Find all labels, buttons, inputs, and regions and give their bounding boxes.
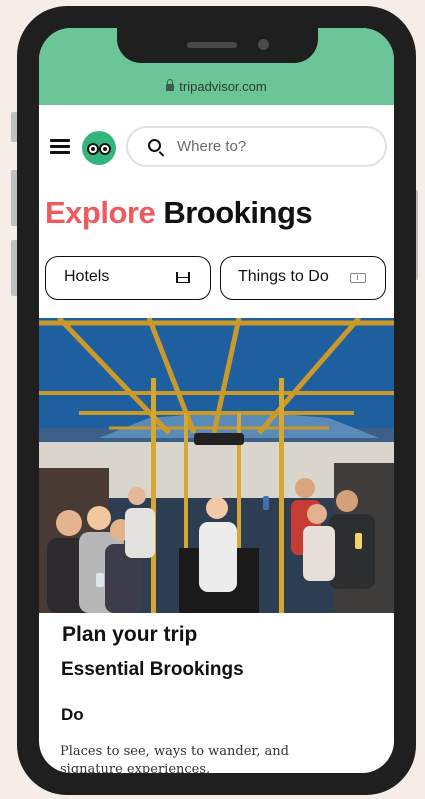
speaker-grille — [187, 42, 237, 48]
things-to-do-button[interactable]: Things to Do — [220, 256, 386, 300]
hotels-button[interactable]: Hotels — [45, 256, 211, 300]
page-title: Explore Brookings — [45, 195, 313, 231]
do-description: Places to see, ways to wander, and signa… — [60, 744, 289, 773]
do-heading[interactable]: Do — [61, 705, 84, 725]
things-to-do-label: Things to Do — [238, 268, 329, 285]
plan-your-trip-heading: Plan your trip — [62, 623, 198, 646]
address-bar[interactable]: tripadvisor.com — [39, 79, 394, 94]
essential-heading: Essential Brookings — [61, 659, 244, 680]
bed-icon — [176, 272, 190, 283]
browser-status-bar: tripadvisor.com — [39, 28, 394, 105]
search-input[interactable]: Where to? — [126, 126, 387, 167]
page-title-main: Brookings — [163, 195, 313, 230]
owl-right-eye — [99, 143, 111, 155]
url-text: tripadvisor.com — [179, 79, 267, 94]
search-icon — [148, 139, 161, 152]
phone-frame: tripadvisor.com Where to? Explore Brooki… — [17, 6, 416, 795]
ticket-icon — [350, 273, 366, 283]
tripadvisor-owl-icon[interactable] — [82, 131, 116, 165]
page-title-accent: Explore — [45, 195, 156, 230]
hero-photo — [39, 318, 394, 613]
front-camera — [258, 39, 269, 50]
search-placeholder: Where to? — [177, 138, 247, 155]
phone-screen: tripadvisor.com Where to? Explore Brooki… — [39, 28, 394, 773]
hamburger-menu-icon[interactable] — [50, 139, 70, 154]
lock-icon — [166, 79, 175, 91]
hotels-label: Hotels — [64, 268, 110, 285]
notch — [117, 28, 318, 63]
owl-left-eye — [87, 143, 99, 155]
